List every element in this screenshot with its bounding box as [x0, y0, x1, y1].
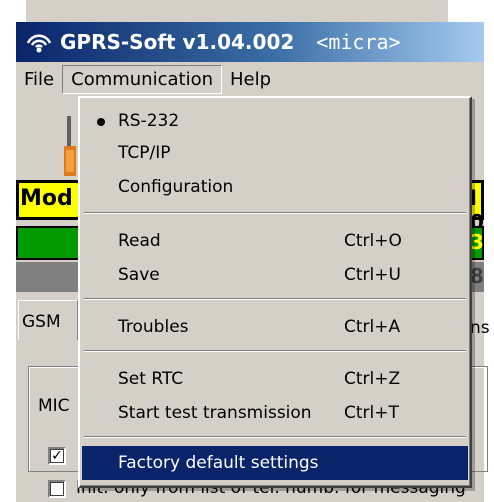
device-name: <micra> [316, 30, 401, 54]
crop-corner-top-left [0, 0, 26, 22]
menu-item-shortcut: Ctrl+A [344, 317, 401, 337]
menu-item-label: RS-232 [118, 111, 180, 131]
toolbar-device-icon[interactable] [62, 116, 78, 178]
menu-communication[interactable]: Communication [62, 64, 222, 94]
menu-item-label: Configuration [118, 177, 234, 197]
menu-item-rs232[interactable]: RS-232 [82, 104, 468, 138]
mic-label: MIC [38, 396, 70, 416]
menu-bar: File Communication Help [16, 62, 484, 96]
menu-separator [84, 350, 466, 352]
menu-item-start-test-transmission[interactable]: Start test transmission Ctrl+T [82, 396, 468, 430]
menu-file[interactable]: File [16, 66, 62, 93]
menu-item-label: Save [118, 265, 160, 285]
menu-item-label: Set RTC [118, 369, 184, 389]
menu-item-read[interactable]: Read Ctrl+O [82, 224, 468, 258]
module-label: Mod [20, 186, 73, 211]
menu-item-shortcut: Ctrl+T [344, 403, 399, 423]
menu-separator [84, 298, 466, 300]
menu-item-shortcut: Ctrl+O [344, 231, 402, 251]
menu-help[interactable]: Help [222, 66, 279, 93]
checkbox-checked[interactable]: ✓ [48, 447, 66, 465]
menu-item-tcpip[interactable]: TCP/IP [82, 136, 468, 170]
menu-separator [84, 436, 466, 438]
menu-item-label: TCP/IP [118, 143, 171, 163]
menu-item-shortcut: Ctrl+Z [344, 369, 401, 389]
communication-dropdown: RS-232 TCP/IP Configuration Read Ctrl+O … [78, 96, 472, 488]
menu-item-label: Start test transmission [118, 403, 312, 423]
window-title: GPRS-Soft v1.04.002 [60, 30, 295, 54]
menu-item-troubles[interactable]: Troubles Ctrl+A [82, 310, 468, 344]
menu-item-save[interactable]: Save Ctrl+U [82, 258, 468, 292]
crop-corner-top-right [448, 0, 494, 22]
radio-bullet-icon [97, 118, 105, 126]
menu-item-label: Troubles [118, 317, 189, 337]
menu-separator [84, 212, 466, 214]
status-value-fragment: 3 [470, 230, 484, 254]
tab-right-fragment[interactable]: ns [470, 318, 490, 338]
menu-item-shortcut: Ctrl+U [344, 265, 401, 285]
menu-item-label: Factory default settings [118, 453, 319, 473]
signal-icon [26, 34, 52, 53]
menu-item-factory-default-settings[interactable]: Factory default settings [82, 446, 468, 480]
info-value-fragment: 8 [470, 264, 484, 288]
menu-item-label: Read [118, 231, 161, 251]
tab-gsm[interactable]: GSM [22, 312, 61, 332]
title-bar[interactable]: GPRS-Soft v1.04.002 <micra> [16, 22, 484, 62]
menu-item-set-rtc[interactable]: Set RTC Ctrl+Z [82, 362, 468, 396]
checkbox-init-list[interactable] [48, 480, 66, 498]
menu-item-configuration[interactable]: Configuration [82, 170, 468, 204]
